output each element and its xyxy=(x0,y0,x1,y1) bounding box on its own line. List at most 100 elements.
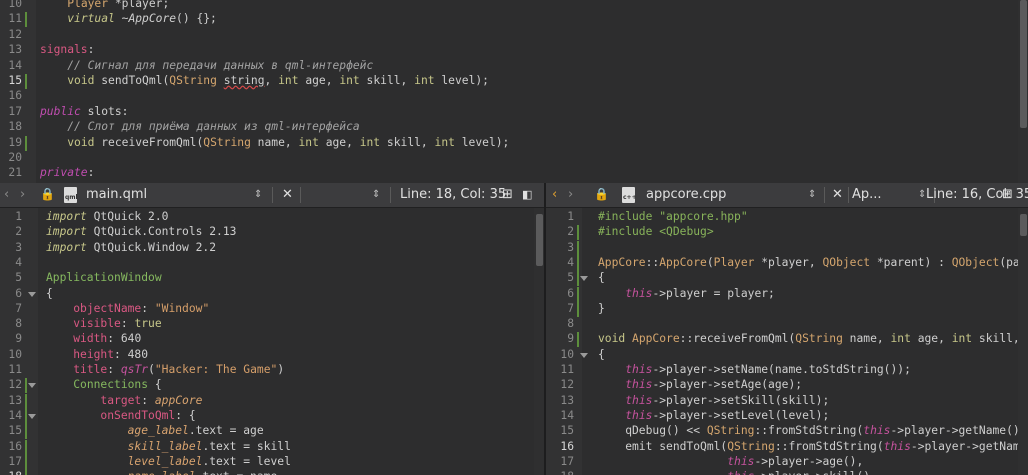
nav-forward-icon[interactable]: › xyxy=(568,187,573,202)
code-line[interactable]: this->player = player; xyxy=(598,287,775,300)
code-line[interactable]: import QtQuick.Controls 2.13 xyxy=(46,225,236,238)
fold-toggle-icon[interactable] xyxy=(580,352,588,358)
close-document-icon[interactable]: ✕ xyxy=(832,187,843,202)
code-token: AppCore xyxy=(632,332,680,346)
code-line[interactable]: private: xyxy=(40,166,94,179)
top-editor-scroll-thumb[interactable] xyxy=(1020,0,1027,128)
code-line[interactable]: qDebug() << QString::fromStdString(this-… xyxy=(598,424,1026,438)
line-number: 4 xyxy=(15,255,22,269)
code-line[interactable]: } xyxy=(598,302,605,315)
fold-toggle-icon[interactable] xyxy=(28,413,36,419)
code-token: skill, xyxy=(972,332,1020,346)
code-line[interactable]: age_label.text = age xyxy=(46,424,264,437)
code-token: level); xyxy=(454,135,510,149)
code-token: *player, xyxy=(754,255,823,269)
code-line[interactable]: level_label.text = level xyxy=(46,455,291,468)
top-editor-scrollbar[interactable] xyxy=(1018,0,1028,183)
code-line[interactable]: ApplicationWindow xyxy=(46,271,162,284)
left-symbol-dropdown-icon[interactable]: ⇕ xyxy=(372,189,380,200)
code-line[interactable]: #include <QDebug> xyxy=(598,225,714,238)
code-token: .text = name xyxy=(196,470,278,475)
code-line[interactable]: AppCore::AppCore(Player *player, QObject… xyxy=(598,256,1027,269)
code-line[interactable]: public slots: xyxy=(40,105,128,118)
code-line[interactable]: skill_label.text = skill xyxy=(46,440,291,453)
code-line[interactable]: height: 480 xyxy=(46,348,148,361)
code-token: .text = age xyxy=(188,424,264,438)
code-line[interactable]: this->player->setSkill(skill); xyxy=(598,394,829,407)
change-marker xyxy=(25,454,27,470)
code-line[interactable]: virtual ~AppCore() {}; xyxy=(40,12,217,25)
code-line[interactable]: target: appCore xyxy=(46,394,202,407)
split-icon[interactable]: ⊞ xyxy=(502,187,513,202)
change-marker xyxy=(577,225,579,241)
right-file-name[interactable]: appcore.cpp xyxy=(646,187,726,202)
line-number: 13 xyxy=(8,43,22,57)
line-number: 2 xyxy=(567,225,574,239)
code-line[interactable]: this->player->age(), xyxy=(598,455,863,468)
code-line[interactable]: void AppCore::receiveFromQml(QString nam… xyxy=(598,332,1020,345)
code-line[interactable]: this->player->setLevel(level); xyxy=(598,409,829,422)
right-editor[interactable]: 1 #include "appcore.hpp" 2 #include <QDebug… xyxy=(546,208,1028,475)
file-dropdown-icon[interactable]: ⇕ xyxy=(808,189,816,200)
code-line[interactable]: #include "appcore.hpp" xyxy=(598,210,748,223)
fold-toggle-icon[interactable] xyxy=(28,383,36,389)
code-line[interactable]: // Слот для приёма данных из qml-интерфе… xyxy=(40,120,359,133)
split-icon[interactable]: ⊞ xyxy=(1002,187,1013,202)
code-line[interactable]: this->player->setAge(age); xyxy=(598,378,802,391)
line-number: 15 xyxy=(8,74,22,87)
right-editor-scrollbar[interactable] xyxy=(1018,208,1028,475)
left-editor[interactable]: 1 import QtQuick 2.0 2 import QtQuick.Contr… xyxy=(0,208,544,475)
top-editor[interactable]: 10 Player *player; 11 virtual ~AppCore() … xyxy=(0,0,1028,183)
line-number: 8 xyxy=(15,317,22,331)
left-file-name[interactable]: main.qml xyxy=(86,187,147,202)
code-line[interactable]: onSendToQml: { xyxy=(46,409,195,422)
nav-forward-icon[interactable]: › xyxy=(20,187,25,202)
code-line[interactable]: // Сигнал для передачи данных в qml-инте… xyxy=(40,59,373,72)
close-split-icon[interactable]: ◧ xyxy=(522,188,532,201)
code-token: *player; xyxy=(108,0,170,10)
left-cursor-position[interactable]: Line: 18, Col: 35 xyxy=(400,187,506,202)
fold-toggle-icon[interactable] xyxy=(580,276,588,282)
code-token: width xyxy=(73,332,108,346)
code-line[interactable]: { xyxy=(46,287,53,300)
code-line[interactable]: width: 640 xyxy=(46,332,141,345)
right-symbol-name[interactable]: Ap... xyxy=(852,187,882,202)
left-editor-scrollbar[interactable] xyxy=(534,208,544,475)
code-token: ->player->setName(name.toStdString()); xyxy=(652,363,911,376)
line-number: 9 xyxy=(567,332,574,346)
code-line[interactable]: visible: true xyxy=(46,317,161,330)
file-dropdown-icon[interactable]: ⇕ xyxy=(254,189,262,200)
code-token: qDebug() << xyxy=(598,424,707,438)
nav-back-icon[interactable]: ‹ xyxy=(4,187,9,202)
code-line[interactable]: this->player->skill() xyxy=(598,470,870,475)
code-line[interactable]: emit sendToQml(QString::fromStdString(th… xyxy=(598,440,1026,453)
fold-toggle-icon[interactable] xyxy=(28,291,36,297)
left-editor-scroll-thumb[interactable] xyxy=(536,214,543,266)
code-line[interactable]: objectName: "Window" xyxy=(46,302,209,315)
line-number: 10 xyxy=(560,347,574,361)
code-line[interactable]: this->player->setName(name.toStdString()… xyxy=(598,363,911,376)
code-line[interactable]: signals: xyxy=(40,43,94,56)
code-line[interactable]: Connections { xyxy=(46,378,161,391)
code-line[interactable]: title: qsTr("Hacker: The Game") xyxy=(46,363,284,376)
code-token: target xyxy=(100,393,142,407)
code-line[interactable]: { xyxy=(598,348,605,361)
code-token: string xyxy=(223,74,265,87)
code-line[interactable]: import QtQuick 2.0 xyxy=(46,210,168,223)
code-token: skill, xyxy=(359,74,415,87)
code-line[interactable]: void sendToQml(QString string, int age, … xyxy=(40,74,489,87)
right-editor-scroll-thumb[interactable] xyxy=(1020,214,1027,236)
code-line[interactable]: void receiveFromQml(QString name, int ag… xyxy=(40,136,509,149)
code-line[interactable]: Player *player; xyxy=(40,0,169,10)
line-number: 17 xyxy=(8,454,22,468)
code-line[interactable]: name_label.text = name xyxy=(46,470,278,475)
nav-back-icon[interactable]: ‹ xyxy=(552,187,557,202)
code-line[interactable]: { xyxy=(598,271,605,284)
code-line[interactable]: import QtQuick.Window 2.2 xyxy=(46,241,216,254)
close-document-icon[interactable]: ✕ xyxy=(282,187,293,202)
